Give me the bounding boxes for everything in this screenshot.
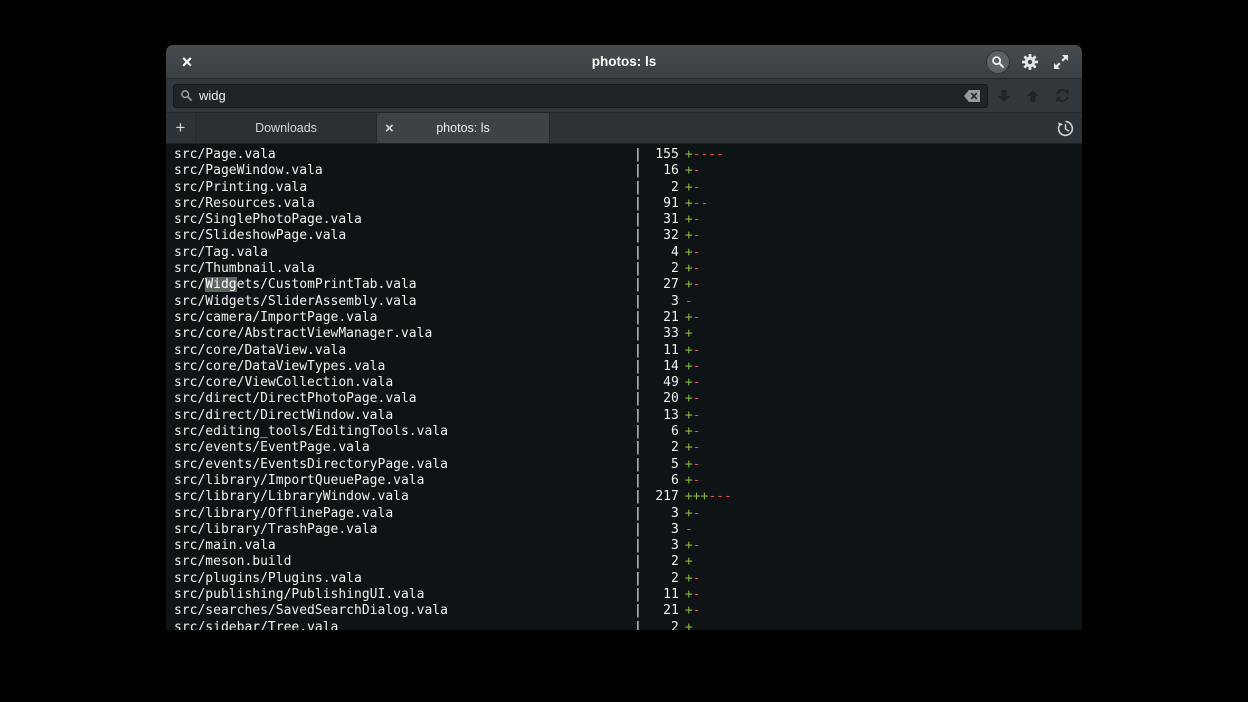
diff-stat-line: src/meson.build|2+	[174, 554, 1082, 570]
new-tab-button[interactable]: +	[166, 113, 196, 143]
diff-stat-line: src/sidebar/Tree.vala|2+	[174, 620, 1082, 630]
tab-downloads[interactable]: Downloads	[196, 113, 377, 143]
diff-stat-line: src/core/AbstractViewManager.vala|33+	[174, 326, 1082, 342]
tab-bar-spacer	[550, 113, 1048, 143]
cycle-icon	[1054, 87, 1071, 104]
diff-stat-line: src/editing_tools/EditingTools.vala|6+-	[174, 424, 1082, 440]
arrow-up-icon	[1025, 88, 1041, 104]
window-close-button[interactable]: ×	[176, 51, 198, 73]
tab-photos-ls[interactable]: × photos: ls	[377, 113, 550, 143]
backspace-icon	[963, 89, 981, 103]
diff-stat-line: src/SlideshowPage.vala|32+-	[174, 228, 1082, 244]
tab-close-button[interactable]: ×	[385, 113, 394, 143]
diff-stat-line: src/SinglePhotoPage.vala|31+-	[174, 212, 1082, 228]
history-button[interactable]	[1048, 113, 1082, 143]
search-match-highlight: Widg	[205, 277, 236, 292]
search-icon	[991, 55, 1005, 69]
diff-stat-line: src/main.vala|3+-	[174, 538, 1082, 554]
history-icon	[1057, 120, 1074, 137]
diff-stat-line: src/Widgets/SliderAssembly.vala|3-	[174, 294, 1082, 310]
diff-stat-line: src/library/OfflinePage.vala|3+-	[174, 506, 1082, 522]
search-icon	[180, 89, 193, 102]
search-input[interactable]: widg	[173, 84, 988, 108]
diff-stat-line: src/events/EventPage.vala|2+-	[174, 440, 1082, 456]
diff-stat-line: src/Tag.vala|4+-	[174, 245, 1082, 261]
titlebar-actions	[986, 50, 1072, 74]
diff-stat-line: src/library/LibraryWindow.vala|217+++---	[174, 489, 1082, 505]
terminal-window: × photos: ls	[166, 45, 1082, 630]
diff-stat-line: src/core/ViewCollection.vala|49+-	[174, 375, 1082, 391]
search-bar: widg	[166, 79, 1082, 113]
fullscreen-icon	[1053, 54, 1069, 70]
diff-stat-line: src/plugins/Plugins.vala|2+-	[174, 571, 1082, 587]
diff-stat-line: src/PageWindow.vala|16+-	[174, 163, 1082, 179]
diff-stat-line: src/core/DataViewTypes.vala|14+-	[174, 359, 1082, 375]
search-cycle-button[interactable]	[1049, 83, 1075, 109]
diff-stat-line: src/camera/ImportPage.vala|21+-	[174, 310, 1082, 326]
search-query-text: widg	[199, 88, 957, 103]
diff-stat-line: src/publishing/PublishingUI.vala|11+-	[174, 587, 1082, 603]
gear-icon	[1021, 53, 1039, 71]
tab-label: photos: ls	[436, 121, 490, 135]
settings-button[interactable]	[1019, 51, 1041, 73]
tab-bar: + Downloads × photos: ls	[166, 113, 1082, 144]
diff-stat-line: src/core/DataView.vala|11+-	[174, 343, 1082, 359]
fullscreen-button[interactable]	[1050, 51, 1072, 73]
clear-search-button[interactable]	[963, 89, 981, 103]
diff-stat-line: src/Thumbnail.vala|2+-	[174, 261, 1082, 277]
window-title: photos: ls	[166, 54, 1082, 69]
titlebar[interactable]: × photos: ls	[166, 45, 1082, 79]
diff-stat-line: src/searches/SavedSearchDialog.vala|21+-	[174, 603, 1082, 619]
diff-stat-line: src/Resources.vala|91+--	[174, 196, 1082, 212]
diff-stat-line: src/direct/DirectPhotoPage.vala|20+-	[174, 391, 1082, 407]
diff-stat-line: src/Widgets/CustomPrintTab.vala|27+-	[174, 277, 1082, 293]
diff-stat-line: src/Printing.vala|2+-	[174, 180, 1082, 196]
terminal-output[interactable]: src/Page.vala|155+----src/PageWindow.val…	[166, 144, 1082, 630]
diff-stat-line: src/library/TrashPage.vala|3-	[174, 522, 1082, 538]
diff-stat-line: src/direct/DirectWindow.vala|13+-	[174, 408, 1082, 424]
diff-stat-line: src/Page.vala|155+----	[174, 147, 1082, 163]
tab-label: Downloads	[255, 121, 317, 135]
search-previous-button[interactable]	[1020, 83, 1046, 109]
diff-stat-line: src/events/EventsDirectoryPage.vala|5+-	[174, 457, 1082, 473]
diff-stat-line: src/library/ImportQueuePage.vala|6+-	[174, 473, 1082, 489]
search-next-button[interactable]	[991, 83, 1017, 109]
search-toggle-button[interactable]	[986, 50, 1010, 74]
arrow-down-icon	[996, 88, 1012, 104]
